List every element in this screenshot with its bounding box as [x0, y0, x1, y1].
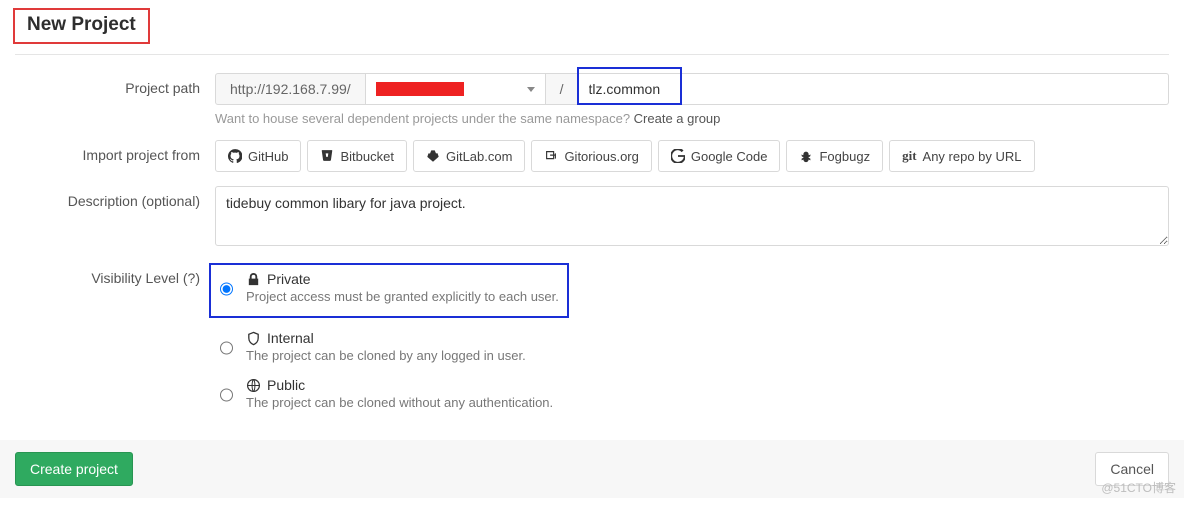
- visibility-public-radio[interactable]: [220, 380, 233, 410]
- bug-icon: [799, 149, 813, 163]
- github-icon: [228, 149, 242, 163]
- visibility-public-sub: The project can be cloned without any au…: [246, 395, 553, 410]
- visibility-private-radio[interactable]: [220, 274, 233, 304]
- globe-icon: [246, 378, 261, 393]
- google-icon: [671, 149, 685, 163]
- import-anyrepo-button[interactable]: git Any repo by URL: [889, 140, 1034, 172]
- import-fogbugz-button[interactable]: Fogbugz: [786, 140, 883, 172]
- import-github-button[interactable]: GitHub: [215, 140, 301, 172]
- label-import-from: Import project from: [15, 140, 215, 172]
- visibility-internal-radio[interactable]: [220, 333, 233, 363]
- namespace-select[interactable]: [366, 73, 546, 105]
- visibility-private-title: Private: [267, 271, 311, 287]
- visibility-public-title: Public: [267, 377, 305, 393]
- gitorious-icon: [544, 149, 558, 163]
- create-group-link[interactable]: Create a group: [634, 111, 721, 126]
- import-googlecode-button[interactable]: Google Code: [658, 140, 781, 172]
- path-separator: /: [546, 73, 579, 105]
- label-visibility: Visibility Level (?): [15, 263, 215, 420]
- namespace-hint: Want to house several dependent projects…: [215, 111, 1169, 126]
- git-icon: git: [902, 148, 916, 164]
- import-gitorious-button[interactable]: Gitorious.org: [531, 140, 651, 172]
- chevron-down-icon: [527, 87, 535, 92]
- label-project-path: Project path: [15, 73, 215, 126]
- shield-icon: [246, 331, 261, 346]
- label-description: Description (optional): [15, 186, 215, 249]
- bitbucket-icon: [320, 149, 334, 163]
- visibility-private-sub: Project access must be granted explicitl…: [246, 289, 559, 304]
- create-project-button[interactable]: Create project: [15, 452, 133, 486]
- description-textarea[interactable]: [215, 186, 1169, 246]
- visibility-internal-title: Internal: [267, 330, 314, 346]
- gitlab-icon: [426, 149, 440, 163]
- page-title: New Project: [27, 14, 136, 35]
- base-url-addon: http://192.168.7.99/: [215, 73, 366, 105]
- namespace-redacted: [376, 82, 464, 96]
- import-gitlab-button[interactable]: GitLab.com: [413, 140, 525, 172]
- visibility-internal-sub: The project can be cloned by any logged …: [246, 348, 526, 363]
- import-bitbucket-button[interactable]: Bitbucket: [307, 140, 406, 172]
- lock-icon: [246, 272, 261, 287]
- watermark: @51CTO博客: [1101, 479, 1176, 496]
- project-path-input[interactable]: [579, 73, 1169, 105]
